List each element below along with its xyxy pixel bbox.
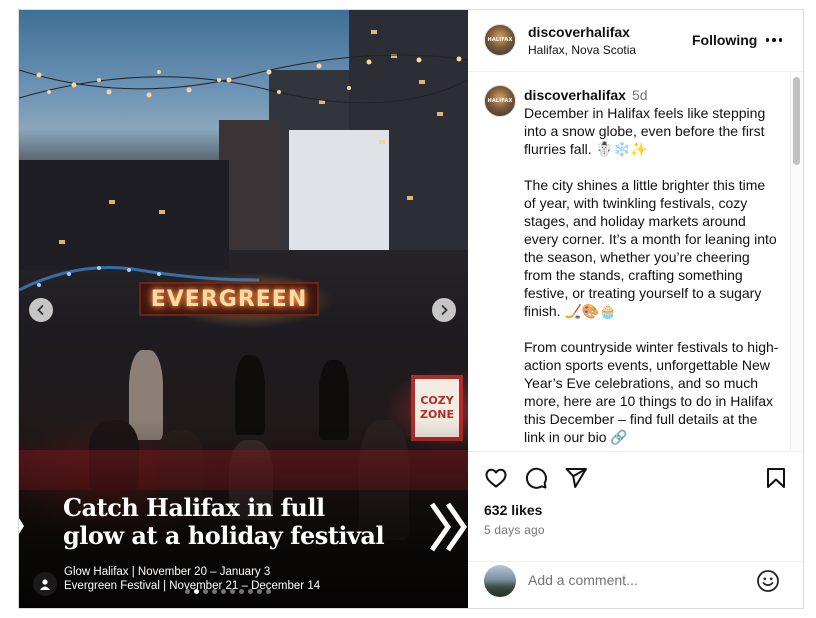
add-comment-input[interactable] bbox=[528, 572, 748, 588]
carousel-dot bbox=[203, 589, 208, 594]
user-tag-icon bbox=[40, 579, 50, 590]
string-lights bbox=[19, 54, 468, 104]
carousel-dot bbox=[239, 589, 244, 594]
smiley-icon[interactable] bbox=[756, 569, 780, 593]
chevron-left-icon bbox=[37, 305, 44, 315]
caption-text: discoverhalifax 5d December in Halifax fee… bbox=[524, 86, 780, 446]
caption-comments-area[interactable]: HALIFAX discoverhalifax 5d December in Hal… bbox=[468, 73, 803, 451]
carousel-dot bbox=[257, 589, 262, 594]
bookmark-icon[interactable] bbox=[764, 466, 788, 490]
caption-paragraph-3: From countryside winter festivals to hig… bbox=[524, 339, 779, 445]
more-dots-icon bbox=[765, 38, 783, 42]
carousel-indicator bbox=[185, 589, 271, 594]
post-media-image[interactable]: EVERGREEN COZY ZONE Catch Halifax in ful… bbox=[19, 10, 468, 608]
avatar-logo-text: HALIFAX bbox=[487, 37, 513, 43]
caption-paragraph-2: The city shines a little brighter this t… bbox=[524, 177, 777, 319]
evergreen-sign: EVERGREEN bbox=[139, 282, 319, 316]
caption-line-1: Glow Halifax | November 20 – January 3 bbox=[64, 566, 271, 578]
window-light bbox=[109, 200, 115, 204]
post-timestamp[interactable]: 5 days ago bbox=[484, 523, 545, 537]
window-light bbox=[371, 30, 377, 34]
scrollbar-thumb[interactable] bbox=[793, 77, 800, 165]
double-chevron-graphic bbox=[430, 502, 468, 552]
window-light bbox=[407, 196, 413, 200]
current-user-avatar bbox=[484, 565, 516, 597]
carousel-dot bbox=[248, 589, 253, 594]
window-light bbox=[159, 210, 165, 214]
heart-icon[interactable] bbox=[484, 466, 508, 490]
carousel-next-button[interactable] bbox=[432, 298, 456, 322]
sign-text: EVERGREEN bbox=[150, 286, 308, 312]
window-light bbox=[59, 240, 65, 244]
carousel-prev-button[interactable] bbox=[29, 298, 53, 322]
window-light bbox=[379, 140, 385, 144]
post-actions: 632 likes 5 days ago bbox=[468, 451, 803, 561]
comments-scrollbar[interactable] bbox=[790, 75, 801, 451]
post-header: HALIFAX discoverhalifax Halifax, Nova Sc… bbox=[468, 10, 803, 72]
left-chevron-graphic bbox=[19, 518, 24, 534]
more-options-button[interactable] bbox=[764, 30, 784, 50]
avatar-logo-text: HALIFAX bbox=[487, 98, 513, 104]
carousel-dot bbox=[230, 589, 235, 594]
comment-bubble-icon[interactable] bbox=[524, 466, 548, 490]
caption-age: 5d bbox=[631, 87, 648, 103]
caption-username[interactable]: discoverhalifax bbox=[524, 87, 626, 103]
header-location[interactable]: Halifax, Nova Scotia bbox=[528, 43, 636, 57]
building-silhouette bbox=[289, 130, 389, 250]
following-button[interactable]: Following bbox=[692, 32, 757, 48]
profile-avatar[interactable]: HALIFAX bbox=[484, 24, 516, 56]
header-username[interactable]: discoverhalifax bbox=[528, 24, 630, 40]
carousel-dot bbox=[221, 589, 226, 594]
paper-plane-icon[interactable] bbox=[564, 466, 588, 490]
headline-line-2: glow at a holiday festival bbox=[63, 521, 385, 550]
user-tag-button[interactable] bbox=[33, 572, 57, 596]
media-headline: Catch Halifax in full glow at a holiday … bbox=[63, 494, 403, 550]
window-light bbox=[437, 112, 443, 116]
headline-line-1: Catch Halifax in full bbox=[63, 493, 325, 522]
likes-count[interactable]: 632 likes bbox=[484, 502, 542, 518]
carousel-dot bbox=[194, 589, 199, 594]
caption-paragraph-1: discoverhalifax 5d December in Halifax fee… bbox=[524, 86, 780, 158]
carousel-dot bbox=[212, 589, 217, 594]
instagram-post: EVERGREEN COZY ZONE Catch Halifax in ful… bbox=[18, 9, 804, 609]
chevron-right-icon bbox=[441, 305, 448, 315]
cozy-line-1: COZY bbox=[420, 394, 454, 407]
carousel-dot bbox=[266, 589, 271, 594]
caption-paragraph-1-text: December in Halifax feels like stepping … bbox=[524, 105, 766, 157]
comment-avatar[interactable]: HALIFAX bbox=[484, 85, 516, 117]
carousel-dot bbox=[185, 589, 190, 594]
add-comment-bar bbox=[468, 561, 803, 608]
